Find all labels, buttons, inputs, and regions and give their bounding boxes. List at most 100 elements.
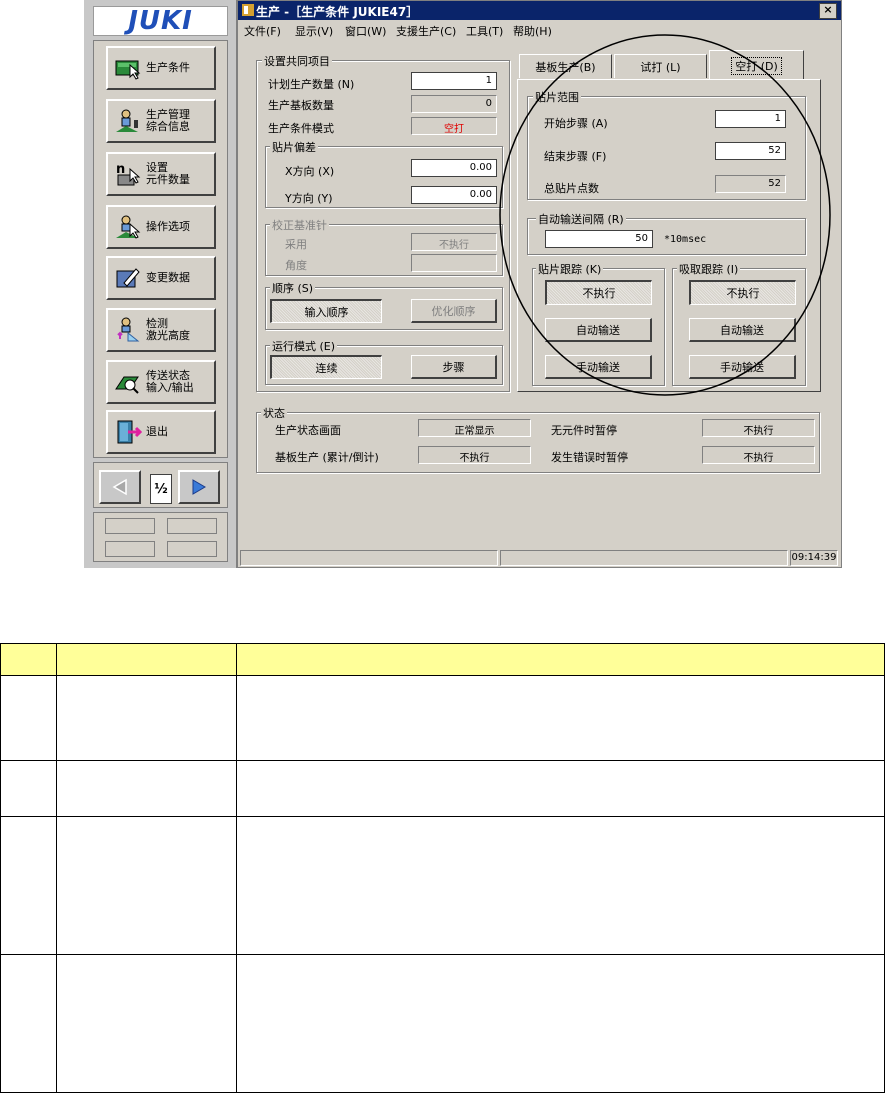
use-value: 不执行 [411,233,497,251]
optimize-order-button[interactable]: 优化顺序 [411,299,497,323]
status-nocomp-value: 不执行 [702,419,815,437]
operation-options-icon [114,214,142,240]
menu-file[interactable]: 文件(F) [244,23,281,39]
table-cell [56,675,237,761]
window-titlebar: 生产 -［生产条件 JUKIE47］ × [238,1,841,20]
arrow-right-icon [192,479,206,495]
status-screen-value: 正常显示 [418,419,531,437]
order-title: 顺序 (S) [270,280,316,296]
fiducial-title: 校正基准针 [270,217,329,233]
highlight-circle [499,34,831,396]
laser-height-icon [114,317,142,343]
statusbar-pane [240,550,498,566]
statusbar: 09:14:39 [238,548,841,567]
extra-slot [167,518,217,534]
status-error-value: 不执行 [702,446,815,464]
table-row [0,954,885,1093]
menu-window[interactable]: 窗口(W) [345,23,386,39]
component-count-icon: n [114,161,142,187]
extra-slot [105,541,155,557]
plan-qty-input[interactable]: 1 [411,72,497,90]
app-icon [242,4,254,16]
nav-label: 生产条件 [146,61,190,74]
exit-icon [114,419,143,445]
arrow-left-icon [112,478,127,496]
status-error-label: 发生错误时暂停 [551,451,628,464]
angle-label: 角度 [285,259,307,272]
board-qty-value: 0 [411,95,497,113]
table-cell [236,760,885,817]
x-offset-label: X方向 (X) [285,165,335,178]
nav-label: 生产管理 综合信息 [146,108,190,133]
step-button[interactable]: 步骤 [411,355,497,379]
nav-label: 检测 激光高度 [146,317,190,342]
nav-exit-button[interactable]: 退出 [106,410,216,454]
mode-label: 生产条件模式 [268,122,334,135]
description-table [0,643,885,1093]
change-data-icon [114,265,142,291]
nav-label: 操作选项 [146,220,190,233]
status-board-label: 基板生产 (累计/倒计) [275,451,379,464]
page-indicator: ½ [150,474,172,504]
table-row [0,760,885,817]
nav-label: 传送状态 输入/输出 [146,369,194,394]
statusbar-clock: 09:14:39 [790,550,838,566]
nav-laser-height-button[interactable]: 检测 激光高度 [106,308,216,352]
nav-production-condition-button[interactable]: 生产条件 [106,46,216,90]
status-title: 状态 [261,405,287,421]
x-offset-input[interactable]: 0.00 [411,159,497,177]
nav-label: 变更数据 [146,271,190,284]
window-title: 生产 -［生产条件 JUKIE47］ [256,5,419,19]
table-row [0,816,885,955]
table-cell [236,675,885,761]
use-label: 采用 [285,238,307,251]
continuous-button[interactable]: 连续 [270,355,382,379]
prev-page-button[interactable] [99,470,141,504]
input-order-button[interactable]: 输入顺序 [270,299,382,323]
table-cell [0,954,57,1093]
status-board-value: 不执行 [418,446,531,464]
table-header-cell [236,643,885,676]
menu-support[interactable]: 支援生产(C) [396,23,456,39]
transfer-status-icon [114,369,142,395]
table-cell [0,760,57,817]
nav-production-management-button[interactable]: 生产管理 综合信息 [106,99,216,143]
nav-component-count-button[interactable]: n 设置 元件数量 [106,152,216,196]
close-button[interactable]: × [819,3,837,19]
table-row [0,675,885,761]
table-header-cell [56,643,237,676]
table-cell [56,816,237,955]
y-offset-label: Y方向 (Y) [285,192,333,205]
status-nocomp-label: 无元件时暂停 [551,424,617,437]
common-settings-title: 设置共同项目 [262,53,332,69]
table-cell [56,760,237,817]
table-cell [0,816,57,955]
plan-qty-label: 计划生产数量 (N) [268,78,355,91]
offset-title: 贴片偏差 [270,139,318,155]
menu-view[interactable]: 显示(V) [295,23,333,39]
nav-operation-options-button[interactable]: 操作选项 [106,205,216,249]
mode-value: 空打 [411,117,497,135]
table-header-cell [0,643,57,676]
extra-slot [105,518,155,534]
run-mode-title: 运行模式 (E) [270,338,338,354]
production-condition-icon [114,55,142,81]
angle-value [411,254,497,272]
nav-label: 退出 [146,425,168,438]
nav-change-data-button[interactable]: 变更数据 [106,256,216,300]
next-page-button[interactable] [178,470,220,504]
status-screen-label: 生产状态画面 [275,424,341,437]
board-qty-label: 生产基板数量 [268,99,334,112]
nav-transfer-status-button[interactable]: 传送状态 输入/输出 [106,360,216,404]
table-cell [56,954,237,1093]
extra-slot [167,541,217,557]
y-offset-input[interactable]: 0.00 [411,186,497,204]
nav-label: 设置 元件数量 [146,161,190,186]
production-management-icon [114,108,142,134]
table-cell [236,954,885,1093]
table-header-row [0,643,885,676]
statusbar-pane [500,550,788,566]
table-cell [0,675,57,761]
table-cell [236,816,885,955]
juki-logo: JUKI [93,6,228,36]
